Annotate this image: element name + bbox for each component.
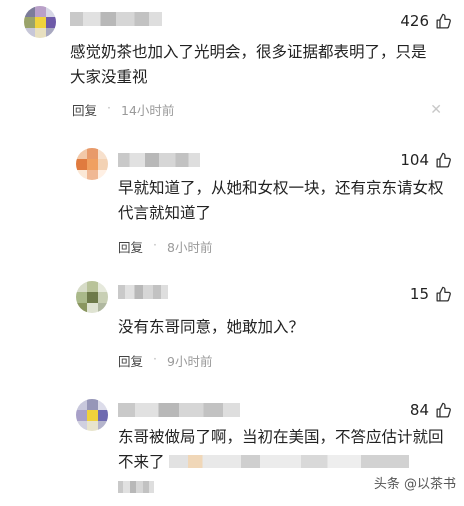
username-blurred[interactable] [118, 285, 168, 299]
thumbs-up-icon[interactable] [435, 402, 452, 419]
avatar[interactable] [76, 281, 108, 313]
like-group[interactable]: 15 [410, 285, 452, 303]
separator-dot: · [153, 237, 157, 252]
comment-text-line-1: 东哥被做局了啊，当初在美国，不答应估计就回 [118, 428, 444, 446]
comment-meta: 回复 · 9小时前 [118, 351, 212, 370]
comment-meta: 回复 · 8小时前 [118, 237, 212, 256]
like-count: 104 [400, 151, 429, 169]
blurred-text-line-3 [118, 481, 154, 493]
username-blurred[interactable] [118, 403, 240, 417]
separator-dot: · [153, 351, 157, 366]
like-group[interactable]: 84 [410, 401, 452, 419]
username-blurred[interactable] [70, 12, 162, 26]
thumbs-up-icon[interactable] [435, 152, 452, 169]
comment-text: 早就知道了，从她和女权一块，还有京东请女权代言就知道了 [118, 179, 444, 222]
like-count: 84 [409, 401, 429, 419]
avatar[interactable] [76, 148, 108, 180]
comment-meta: 回复 · 14小时前 [72, 100, 174, 119]
like-group[interactable]: 426 [400, 12, 452, 30]
comment-text: 感觉奶茶也加入了光明会，很多证据都表明了，只是大家没重视 [70, 43, 427, 86]
comment-text-line-2: 不来了 [118, 450, 454, 475]
close-icon[interactable]: ✕ [430, 102, 442, 118]
comment-2: 104 早就知道了，从她和女权一块，还有京东请女权代言就知道了 回复 · 8小时… [0, 140, 464, 270]
reply-button[interactable]: 回复 [72, 100, 97, 119]
like-group[interactable]: 104 [400, 151, 452, 169]
like-count: 15 [409, 285, 429, 303]
thumbs-up-icon[interactable] [435, 13, 452, 30]
comment-text-line-2-start: 不来了 [118, 453, 165, 471]
blurred-text [169, 455, 410, 468]
comment-4: 84 东哥被做局了啊，当初在美国，不答应估计就回 不来了 头条 @以茶书 [0, 393, 464, 506]
timestamp: 14小时前 [121, 103, 175, 118]
reply-button[interactable]: 回复 [118, 237, 143, 256]
like-count: 426 [400, 12, 429, 30]
avatar[interactable] [24, 6, 56, 38]
reply-button[interactable]: 回复 [118, 351, 143, 370]
thumbs-up-icon[interactable] [435, 286, 452, 303]
username-blurred[interactable] [118, 153, 200, 167]
comment-text: 没有东哥同意，她敢加入？ [118, 318, 305, 336]
timestamp: 8小时前 [167, 240, 213, 255]
separator-dot: · [107, 100, 111, 115]
comment-1: 426 感觉奶茶也加入了光明会，很多证据都表明了，只是大家没重视 回复 · 14… [0, 0, 464, 130]
comment-3: 15 没有东哥同意，她敢加入？ 回复 · 9小时前 [0, 275, 464, 385]
avatar[interactable] [76, 399, 108, 431]
watermark: 头条 @以茶书 [373, 477, 456, 492]
timestamp: 9小时前 [167, 354, 213, 369]
